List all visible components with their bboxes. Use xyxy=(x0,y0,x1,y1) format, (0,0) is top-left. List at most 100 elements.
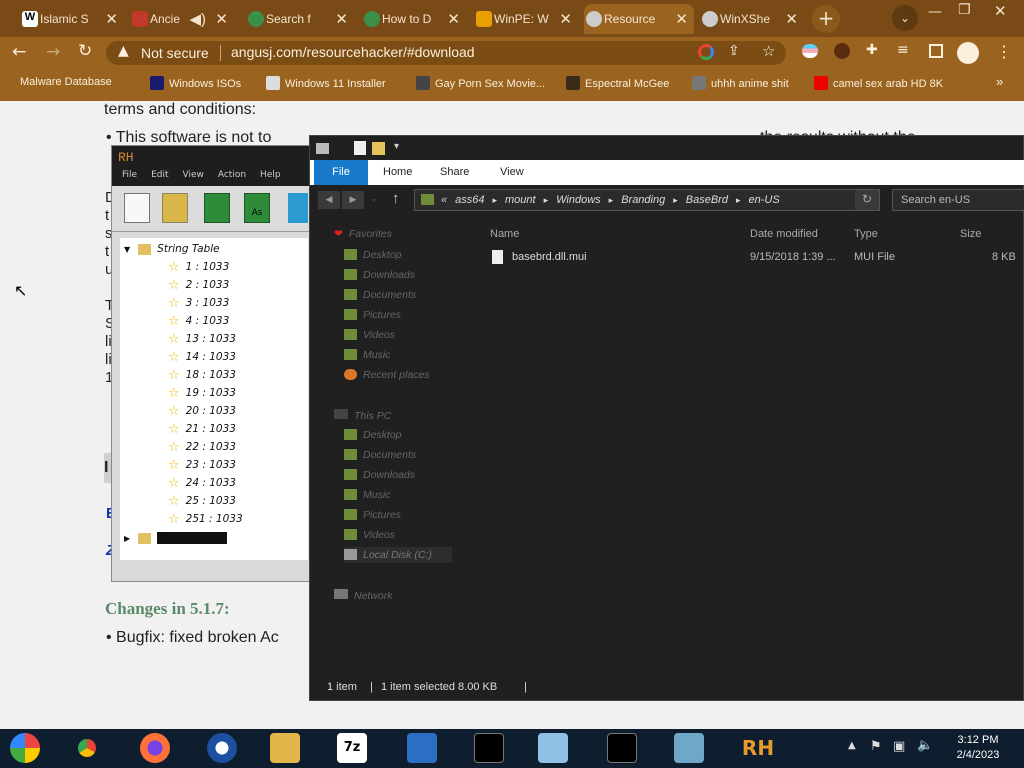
nav-pc-documents[interactable]: Documents xyxy=(344,449,416,461)
warning-icon[interactable]: ▲ xyxy=(118,43,129,59)
bookmarks-overflow[interactable]: » xyxy=(996,74,1003,89)
bookmark-6[interactable]: uhhh anime shit xyxy=(692,76,789,90)
network-header[interactable]: Network xyxy=(334,589,393,602)
forward-icon[interactable]: → xyxy=(46,42,60,62)
nav-fav-downloads[interactable]: Downloads xyxy=(344,269,415,281)
folder-icon[interactable] xyxy=(316,143,329,154)
resource-hacker-icon[interactable]: RH xyxy=(740,733,776,763)
tree-entry[interactable]: ☆ 2 : 1033 xyxy=(168,277,229,293)
bookmark-2[interactable]: Windows ISOs xyxy=(150,76,241,90)
tree-entry[interactable]: ☆ 21 : 1033 xyxy=(168,421,236,437)
bookmark-star-icon[interactable]: ☆ xyxy=(762,42,775,60)
tab-5[interactable]: WinPE: W ✕ xyxy=(474,4,578,34)
tree-entry[interactable]: ☆ 25 : 1033 xyxy=(168,493,236,509)
nav-fav-recent[interactable]: Recent places xyxy=(344,369,430,381)
up-icon[interactable]: ↑ xyxy=(392,190,400,207)
tree-entry[interactable]: ☆ 251 : 1033 xyxy=(168,511,243,527)
close-window-button[interactable]: ✕ xyxy=(994,2,1007,20)
tab-search-button[interactable]: ⌄ xyxy=(892,5,918,31)
refresh-icon[interactable]: ↻ xyxy=(855,190,879,210)
open-folder-icon[interactable] xyxy=(162,193,188,223)
tab-share[interactable]: Share xyxy=(440,166,469,178)
nav-fav-documents[interactable]: Documents xyxy=(344,289,416,301)
extensions-icon[interactable]: ✚ xyxy=(866,42,878,58)
breadcrumb-segment[interactable]: Branding xyxy=(621,194,665,206)
tab-home[interactable]: Home xyxy=(383,166,412,178)
rh-menu-help[interactable]: Help xyxy=(260,170,281,186)
tab-6-active[interactable]: Resource ✕ xyxy=(584,4,694,34)
save-icon[interactable] xyxy=(204,193,230,223)
notepad-icon[interactable] xyxy=(538,733,568,763)
nav-pc-videos[interactable]: Videos xyxy=(344,529,395,541)
tree-entry[interactable]: ☆ 13 : 1033 xyxy=(168,331,236,347)
bookmark-7[interactable]: camel sex arab HD 8K xyxy=(814,76,943,90)
sidebar-icon[interactable] xyxy=(929,44,943,58)
google-icon[interactable] xyxy=(698,44,714,60)
close-tab-icon[interactable]: ✕ xyxy=(785,10,798,28)
expand-icon[interactable]: ▶ xyxy=(124,534,130,543)
share-icon[interactable]: ⇪ xyxy=(728,43,740,59)
rh-menu-file[interactable]: File xyxy=(122,170,137,186)
firefox-icon[interactable] xyxy=(140,733,170,763)
back-icon[interactable]: ← xyxy=(12,42,26,62)
nav-pc-downloads[interactable]: Downloads xyxy=(344,469,415,481)
breadcrumb-chevron-icon[interactable]: ▸ xyxy=(736,195,741,205)
new-folder-icon[interactable] xyxy=(372,142,385,155)
campaign-logo-icon[interactable] xyxy=(207,733,237,763)
bookmark-1[interactable]: Malware Database xyxy=(20,76,112,88)
tree-entry[interactable]: ☆ 24 : 1033 xyxy=(168,475,236,491)
close-tab-icon[interactable]: ✕ xyxy=(105,10,118,28)
file-row[interactable]: basebrd.dll.mui 9/15/2018 1:39 ... MUI F… xyxy=(486,247,1020,267)
menu-icon[interactable]: ⋮ xyxy=(996,42,1012,61)
column-name[interactable]: Name xyxy=(490,228,519,240)
tab-2[interactable]: Ancie ◀) ✕ xyxy=(130,4,234,34)
show-hidden-icons[interactable]: ▲ xyxy=(848,740,856,751)
this-pc-header[interactable]: This PC xyxy=(334,409,391,422)
nav-fav-desktop[interactable]: Desktop xyxy=(344,249,402,261)
new-tab-button[interactable]: + xyxy=(812,5,840,33)
minimize-button[interactable]: — xyxy=(928,4,942,20)
avatar[interactable] xyxy=(957,42,979,64)
network-tool-icon[interactable] xyxy=(674,733,704,763)
tab-7[interactable]: WinXShe ✕ xyxy=(700,4,804,34)
properties-icon[interactable] xyxy=(354,141,366,155)
nav-pc-desktop[interactable]: Desktop xyxy=(344,429,402,441)
breadcrumb-segment[interactable]: Windows xyxy=(556,194,601,206)
extension-avatar-icon[interactable] xyxy=(834,43,850,59)
tree-entry[interactable]: ☆ 4 : 1033 xyxy=(168,313,229,329)
breadcrumb-segment[interactable]: mount xyxy=(505,194,536,206)
7zip-icon[interactable]: 7-zip7z xyxy=(337,733,367,763)
breadcrumb-segment[interactable]: BaseBrd xyxy=(686,194,728,206)
security-label[interactable]: Not secure xyxy=(141,45,209,61)
chrome-icon[interactable] xyxy=(72,733,102,763)
rh-menu-action[interactable]: Action xyxy=(218,170,246,186)
breadcrumb-segment[interactable]: « xyxy=(441,194,447,206)
forward-button[interactable]: ▶ xyxy=(342,191,364,209)
reload-icon[interactable]: ↻ xyxy=(78,41,92,61)
arrow-icon[interactable] xyxy=(288,193,308,223)
bookmark-4[interactable]: Gay Porn Sex Movie... xyxy=(416,76,545,90)
volume-icon[interactable]: 🔈 xyxy=(917,738,933,753)
config-icon[interactable] xyxy=(407,733,437,763)
cmd-icon-2[interactable] xyxy=(607,733,637,763)
close-tab-icon[interactable]: ✕ xyxy=(215,10,228,28)
cmd-icon[interactable] xyxy=(474,733,504,763)
explorer-address-bar[interactable]: « ass64 ▸ mount ▸ Windows ▸ Branding ▸ BaseBrd ▸ en… xyxy=(414,189,880,211)
restore-button[interactable]: ❐ xyxy=(958,2,971,18)
extension-flag-icon[interactable] xyxy=(802,44,818,58)
collapse-icon[interactable]: ▼ xyxy=(124,245,130,254)
address-bar[interactable]: ▲ Not secure angusj.com/resourcehacker/#… xyxy=(106,41,786,65)
nav-fav-music[interactable]: Music xyxy=(344,349,390,361)
nav-fav-videos[interactable]: Videos xyxy=(344,329,395,341)
tab-1[interactable]: W Islamic S ✕ xyxy=(20,4,124,34)
file-explorer-icon[interactable] xyxy=(270,733,300,763)
tab-3[interactable]: Search f ✕ xyxy=(246,4,354,34)
nav-pc-pictures[interactable]: Pictures xyxy=(344,509,401,521)
tree-entry[interactable]: ☆ 20 : 1033 xyxy=(168,403,236,419)
breadcrumb-segment[interactable]: ass64 xyxy=(455,194,484,206)
tree-entry[interactable]: ☆ 19 : 1033 xyxy=(168,385,236,401)
nav-fav-pictures[interactable]: Pictures xyxy=(344,309,401,321)
rh-menu-view[interactable]: View xyxy=(183,170,204,186)
reading-list-icon[interactable]: ≡ xyxy=(897,42,909,58)
column-size[interactable]: Size xyxy=(960,228,981,240)
